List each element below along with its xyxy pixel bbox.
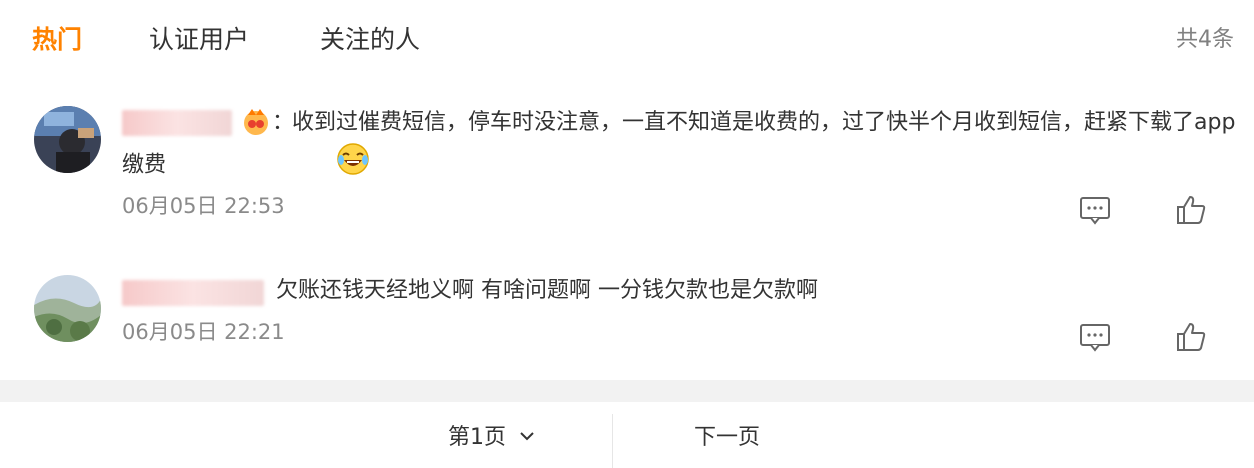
tab-following[interactable]: 关注的人 bbox=[320, 22, 420, 58]
comment-time: 06月05日 22:53 bbox=[122, 194, 285, 218]
next-page-button[interactable]: 下一页 bbox=[694, 422, 760, 454]
avatar[interactable] bbox=[34, 275, 101, 342]
section-divider bbox=[0, 380, 1254, 402]
tab-verified-users[interactable]: 认证用户 bbox=[149, 22, 249, 58]
comment-time: 06月05日 22:21 bbox=[122, 320, 285, 344]
total-count: 共4条 bbox=[1176, 27, 1234, 52]
like-icon[interactable] bbox=[1174, 320, 1208, 354]
reply-icon[interactable] bbox=[1078, 320, 1112, 354]
username-blurred[interactable] bbox=[122, 280, 264, 306]
comment-filter-tabs: 热门 认证用户 关注的人 共4条 bbox=[0, 0, 1254, 80]
pagination-bar: 第1页 下一页 bbox=[0, 402, 1254, 468]
like-icon[interactable] bbox=[1174, 193, 1208, 227]
reply-icon[interactable] bbox=[1078, 193, 1112, 227]
page-select[interactable]: 第1页 bbox=[448, 422, 535, 454]
pager-divider bbox=[612, 414, 613, 468]
avatar[interactable] bbox=[34, 106, 101, 173]
page-select-label: 第1页 bbox=[448, 425, 506, 450]
chevron-down-icon bbox=[519, 422, 535, 454]
tab-hot[interactable]: 热门 bbox=[32, 22, 82, 58]
laugh-cry-emoji-icon bbox=[166, 142, 370, 189]
comment-text: 欠账还钱天经地义啊 有啥问题啊 一分钱欠款也是欠款啊 bbox=[276, 278, 818, 303]
comment-text: 收到过催费短信，停车时没注意，一直不知道是收费的，过了快半个月收到短信，赶紧下载… bbox=[122, 104, 1247, 189]
